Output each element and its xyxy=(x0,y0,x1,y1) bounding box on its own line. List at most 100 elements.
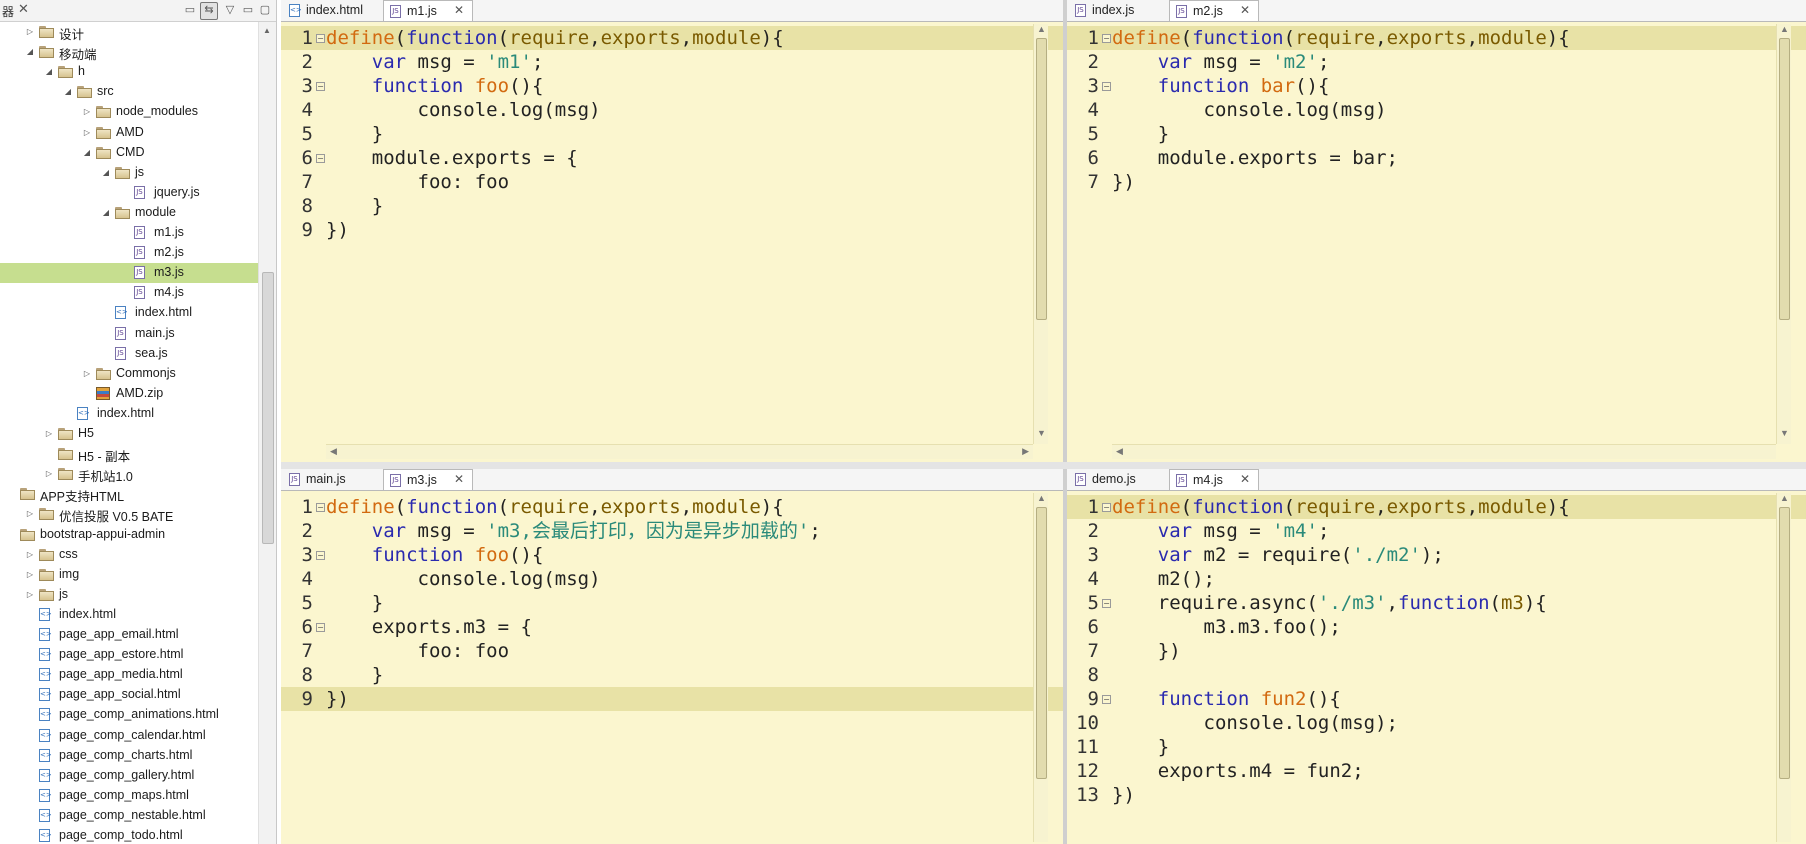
tree-item[interactable]: JS m1.js xyxy=(0,223,258,243)
vertical-scrollbar[interactable]: ▲ xyxy=(1776,493,1791,842)
tree-item[interactable]: <> page_comp_todo.html xyxy=(0,826,258,844)
tree-item[interactable]: JS main.js xyxy=(0,324,258,344)
tree-item[interactable]: <> index.html xyxy=(0,303,258,323)
tree-item[interactable]: ▷ H5 xyxy=(0,424,258,444)
editor-tab[interactable]: JS m3.js ✕ xyxy=(383,469,473,490)
tree-item[interactable]: JS m2.js xyxy=(0,243,258,263)
tree-item[interactable]: bootstrap-appui-admin xyxy=(0,525,258,545)
explorer-scrollbar[interactable]: ▲ xyxy=(258,22,276,844)
tree-item[interactable]: ▷ 手机站1.0 xyxy=(0,464,258,484)
fold-toggle-icon[interactable]: − xyxy=(1102,82,1111,91)
vertical-scrollbar[interactable]: ▲ xyxy=(1033,493,1048,842)
tree-item[interactable]: <> page_comp_animations.html xyxy=(0,705,258,725)
close-tab-icon[interactable]: ✕ xyxy=(1240,3,1250,17)
editor-tab[interactable]: <> index.html xyxy=(283,0,381,21)
fold-toggle-icon[interactable]: − xyxy=(316,82,325,91)
expand-arrow-icon[interactable]: ◢ xyxy=(44,62,54,82)
horizontal-scrollbar[interactable]: ◀ xyxy=(1112,444,1776,459)
scroll-up-icon[interactable]: ▲ xyxy=(263,26,271,35)
code-editor[interactable]: 1− define(function(require,exports,module… xyxy=(281,22,1063,462)
editor-tab[interactable]: JS index.js xyxy=(1069,0,1167,21)
collapse-arrow-icon[interactable]: ▷ xyxy=(25,565,35,585)
tree-item[interactable]: JS m3.js xyxy=(0,263,258,284)
tree-item[interactable]: <> index.html xyxy=(0,404,258,424)
tree-item[interactable]: ▷ 设计 xyxy=(0,22,258,42)
collapse-arrow-icon[interactable]: ▷ xyxy=(25,504,35,524)
minimize-icon[interactable]: ▭ xyxy=(240,2,256,18)
pane-divider-horizontal[interactable] xyxy=(281,462,1806,469)
tree-item[interactable]: JS sea.js xyxy=(0,344,258,364)
code-editor[interactable]: 1− define(function(require,exports,module… xyxy=(1067,491,1806,844)
editor-tab[interactable]: JS m4.js ✕ xyxy=(1169,469,1259,490)
tree-item[interactable]: ▷ node_modules xyxy=(0,102,258,122)
scrollbar-thumb[interactable] xyxy=(1036,507,1047,779)
close-tab-icon[interactable]: ✕ xyxy=(1240,472,1250,486)
collapse-arrow-icon[interactable]: ▷ xyxy=(44,424,54,444)
maximize-icon[interactable]: ▢ xyxy=(257,2,273,18)
editor-tab[interactable]: JS m1.js ✕ xyxy=(383,0,473,21)
close-tab-icon[interactable]: ✕ xyxy=(454,472,464,486)
fold-toggle-icon[interactable]: − xyxy=(316,154,325,163)
tree-item[interactable]: ▷ Commonjs xyxy=(0,364,258,384)
view-menu-icon[interactable]: ▽ xyxy=(222,2,238,18)
tree-item[interactable]: <> page_comp_charts.html xyxy=(0,746,258,766)
scrollbar-thumb[interactable] xyxy=(1779,507,1790,779)
collapse-all-icon[interactable]: ▭ xyxy=(182,2,198,18)
scroll-down-icon[interactable]: ▼ xyxy=(1037,428,1046,438)
scrollbar-thumb[interactable] xyxy=(1036,38,1047,320)
tree-item[interactable]: ▷ 优信投服 V0.5 BATE xyxy=(0,504,258,524)
fold-toggle-icon[interactable]: − xyxy=(1102,695,1111,704)
tree-item[interactable]: <> page_comp_gallery.html xyxy=(0,766,258,786)
tree-item[interactable]: ◢ h xyxy=(0,62,258,82)
tree-item[interactable]: ▷ img xyxy=(0,565,258,585)
scrollbar-thumb[interactable] xyxy=(262,272,274,544)
scroll-left-icon[interactable]: ◀ xyxy=(330,446,337,457)
close-icon[interactable]: ✕ xyxy=(18,1,29,17)
collapse-arrow-icon[interactable]: ▷ xyxy=(25,585,35,605)
tree-item[interactable]: H5 - 副本 xyxy=(0,444,258,464)
expand-arrow-icon[interactable]: ◢ xyxy=(82,143,92,163)
tree-item[interactable]: ▷ css xyxy=(0,545,258,565)
editor-tab[interactable]: JS m2.js ✕ xyxy=(1169,0,1259,21)
code-editor[interactable]: 1− define(function(require,exports,module… xyxy=(281,491,1063,844)
scroll-right-icon[interactable]: ▶ xyxy=(1022,446,1029,457)
tree-item[interactable]: <> page_comp_nestable.html xyxy=(0,806,258,826)
tree-item[interactable]: ◢ js xyxy=(0,163,258,183)
tree-item[interactable]: JS m4.js xyxy=(0,283,258,303)
fold-toggle-icon[interactable]: − xyxy=(316,551,325,560)
fold-toggle-icon[interactable]: − xyxy=(1102,34,1111,43)
tree-item[interactable]: JS jquery.js xyxy=(0,183,258,203)
tree-item[interactable]: <> page_comp_calendar.html xyxy=(0,726,258,746)
fold-toggle-icon[interactable]: − xyxy=(316,34,325,43)
collapse-arrow-icon[interactable]: ▷ xyxy=(44,464,54,484)
expand-arrow-icon[interactable]: ◢ xyxy=(25,42,35,62)
vertical-scrollbar[interactable]: ▲ ▼ xyxy=(1776,24,1791,444)
collapse-arrow-icon[interactable]: ▷ xyxy=(82,364,92,384)
fold-toggle-icon[interactable]: − xyxy=(1102,503,1111,512)
tree-item[interactable]: ◢ CMD xyxy=(0,143,258,163)
tree-item[interactable]: ▷ js xyxy=(0,585,258,605)
scroll-down-icon[interactable]: ▼ xyxy=(1780,428,1789,438)
code-editor[interactable]: 1− define(function(require,exports,module… xyxy=(1067,22,1806,462)
scroll-up-icon[interactable]: ▲ xyxy=(1037,493,1046,503)
collapse-arrow-icon[interactable]: ▷ xyxy=(25,545,35,565)
pane-divider-vertical[interactable] xyxy=(1063,0,1067,844)
editor-tab[interactable]: JS main.js xyxy=(283,469,381,490)
fold-toggle-icon[interactable]: − xyxy=(316,623,325,632)
editor-tab[interactable]: JS demo.js xyxy=(1069,469,1167,490)
tree-item[interactable]: ▷ AMD xyxy=(0,123,258,143)
tree-item[interactable]: <> index.html xyxy=(0,605,258,625)
scroll-left-icon[interactable]: ◀ xyxy=(1116,446,1123,457)
tree-item[interactable]: ◢ module xyxy=(0,203,258,223)
tree-item[interactable]: APP支持HTML xyxy=(0,484,258,504)
tree-item[interactable]: <> page_app_media.html xyxy=(0,665,258,685)
tree-item[interactable]: ◢ 移动端 xyxy=(0,42,258,62)
close-tab-icon[interactable]: ✕ xyxy=(454,3,464,17)
vertical-scrollbar[interactable]: ▲ ▼ xyxy=(1033,24,1048,444)
tree-item[interactable]: <> page_app_email.html xyxy=(0,625,258,645)
tree-item[interactable]: <> page_comp_maps.html xyxy=(0,786,258,806)
tree-item[interactable]: <> page_app_estore.html xyxy=(0,645,258,665)
fold-toggle-icon[interactable]: − xyxy=(316,503,325,512)
collapse-arrow-icon[interactable]: ▷ xyxy=(82,123,92,143)
tree-item[interactable]: AMD.zip xyxy=(0,384,258,404)
